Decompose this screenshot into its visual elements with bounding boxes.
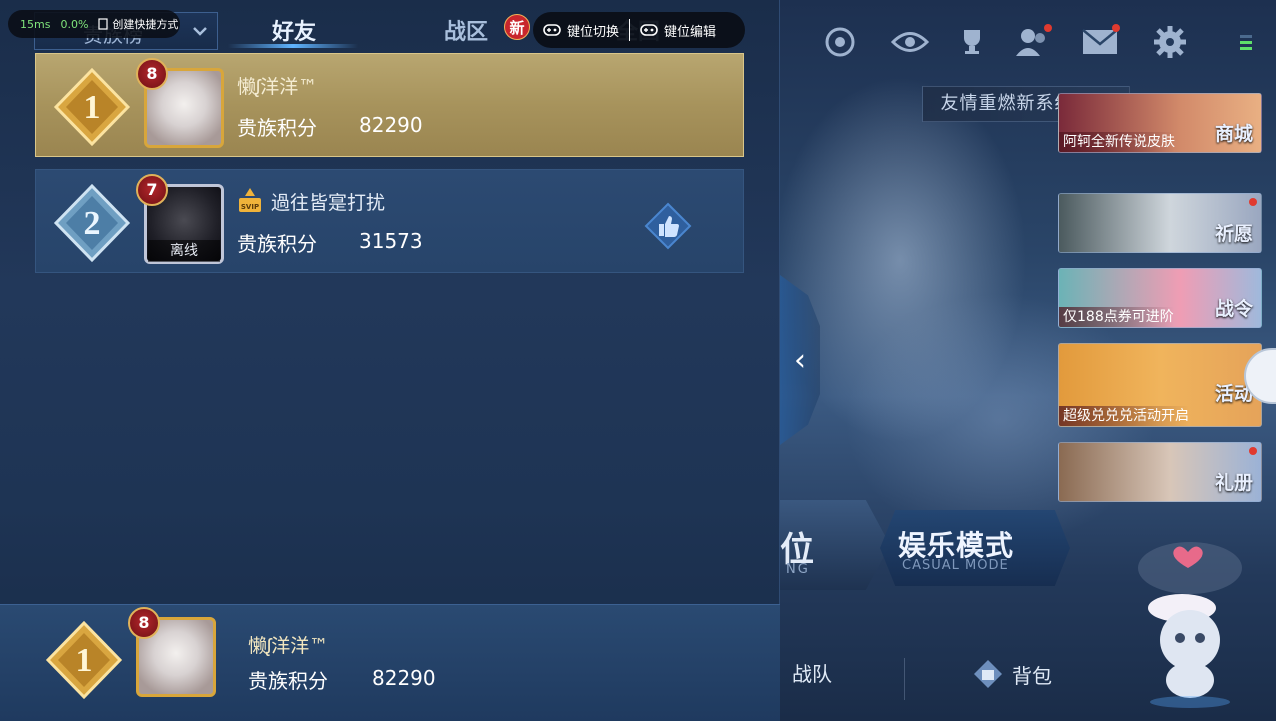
gamepad-icon [640, 24, 658, 36]
chevron-left-icon: ‹ [794, 342, 806, 378]
signal-icon [1226, 22, 1266, 62]
score-label: 贵族积分 [248, 669, 328, 693]
tab-region[interactable]: 战区 [444, 14, 488, 46]
gear-icon[interactable] [1150, 22, 1190, 62]
new-badge: 新 [504, 14, 530, 40]
create-shortcut[interactable]: 创建快捷方式 [98, 16, 178, 32]
silver-rank-badge: 2 [52, 182, 132, 264]
active-tab-indicator [228, 44, 358, 48]
rank-number: 1 [84, 89, 101, 126]
leaderboard-row[interactable]: 1 8 懒ᶘ洋洋™ 贵族积分 82290 [35, 53, 744, 157]
document-icon [98, 18, 109, 30]
gamepad-icon [543, 24, 561, 36]
ranked-mode-button[interactable]: 位 NG [780, 500, 890, 590]
eye-icon[interactable] [890, 22, 930, 62]
score-label: 贵族积分 [237, 116, 317, 140]
shop-card[interactable]: 阿轲全新传说皮肤 商城 [1058, 93, 1262, 153]
create-shortcut-label: 创建快捷方式 [112, 18, 179, 31]
player-name: 懒ᶘ洋洋™ [237, 76, 318, 98]
lobby-top-bar [780, 22, 1276, 66]
event-caption: 超级兑兑兑活动开启 [1059, 406, 1189, 426]
event-card[interactable]: 超级兑兑兑活动开启 活动 [1058, 343, 1262, 427]
key-edit-button[interactable]: 键位编辑 [630, 21, 726, 40]
score-value: 82290 [372, 666, 436, 690]
keymap-widget: 键位切换 键位编辑 [533, 12, 745, 48]
battle-pass-label: 战令 [1214, 298, 1253, 320]
avatar[interactable]: 8 [136, 58, 228, 152]
casual-mode-button[interactable]: 娱乐模式 CASUAL MODE [880, 510, 1070, 586]
wish-card[interactable]: 祈愿 [1058, 193, 1262, 253]
bag-icon [974, 660, 1002, 688]
team-label: 战队 [792, 662, 832, 686]
leaderboard-row[interactable]: 2 7 离线 SVIP 過往皆寔打扰 贵族积分 31573 [35, 169, 744, 273]
key-edit-label: 键位编辑 [664, 24, 717, 40]
friends-icon[interactable] [1012, 22, 1052, 62]
bag-nav[interactable]: 背包 [972, 658, 1052, 690]
rank-number: 1 [76, 642, 93, 679]
notification-dot [1044, 24, 1052, 32]
level-badge: 7 [136, 174, 168, 206]
shop-caption: 阿轲全新传说皮肤 [1059, 132, 1175, 152]
team-nav[interactable]: 战队 [792, 658, 832, 687]
like-button[interactable] [644, 202, 692, 250]
offline-status: 离线 [148, 240, 220, 262]
leaderboard-panel: 贵族榜 好友 战区 新 全国 15ms 0.0% 创建快捷方式 键位切换 键位编… [0, 0, 780, 721]
tab-friends[interactable]: 好友 [272, 14, 316, 46]
latency-readout: 15ms [20, 17, 51, 31]
my-rank-bar: 1 8 懒ᶘ洋洋™ 贵族积分 82290 [0, 604, 780, 721]
key-switch-label: 键位切换 [567, 24, 620, 40]
shop-label: 商城 [1214, 123, 1253, 145]
performance-widget[interactable]: 15ms 0.0% 创建快捷方式 [8, 10, 180, 38]
score-value: 82290 [359, 113, 423, 137]
avatar[interactable]: 7 离线 [136, 174, 228, 268]
collapse-panel-button[interactable]: ‹ [780, 275, 820, 445]
gift-book-card[interactable]: 礼册 [1058, 442, 1262, 502]
bag-label: 背包 [1012, 663, 1052, 688]
mail-icon[interactable] [1080, 22, 1120, 62]
ranked-mode-subtitle: NG [786, 562, 810, 577]
gold-rank-badge: 1 [44, 619, 124, 701]
game-lobby: 友情重燃新系统上线 阿轲全新传说皮肤 商城 祈愿 仅188点券可进阶 战令 超级… [780, 0, 1276, 721]
notification-dot [1249, 447, 1257, 455]
notification-dot [1112, 24, 1120, 32]
battle-pass-caption: 仅188点券可进阶 [1059, 307, 1174, 327]
score-value: 31573 [359, 229, 423, 253]
chevron-down-icon [193, 27, 207, 36]
player-name: 懒ᶘ洋洋™ [248, 635, 329, 657]
wish-label: 祈愿 [1214, 223, 1253, 245]
battle-pass-card[interactable]: 仅188点券可进阶 战令 [1058, 268, 1262, 328]
avatar[interactable]: 8 [128, 607, 220, 701]
gift-book-label: 礼册 [1214, 472, 1253, 494]
nav-divider [904, 658, 905, 700]
casual-mode-subtitle: CASUAL MODE [902, 558, 1009, 573]
target-icon[interactable] [820, 22, 860, 62]
level-badge: 8 [136, 58, 168, 90]
svip-icon: SVIP [239, 188, 261, 212]
vip-label: SVIP [241, 203, 259, 211]
thumbs-up-icon [644, 202, 692, 250]
rank-number: 2 [84, 205, 101, 242]
cpu-readout: 0.0% [60, 17, 89, 31]
level-badge: 8 [128, 607, 160, 639]
player-name: 過往皆寔打扰 [271, 192, 386, 214]
gold-rank-badge: 1 [52, 66, 132, 148]
notification-dot [1249, 198, 1257, 206]
mascot-character[interactable] [1130, 530, 1250, 710]
key-switch-button[interactable]: 键位切换 [533, 21, 629, 40]
score-label: 贵族积分 [237, 232, 317, 256]
trophy-icon[interactable] [952, 22, 992, 62]
